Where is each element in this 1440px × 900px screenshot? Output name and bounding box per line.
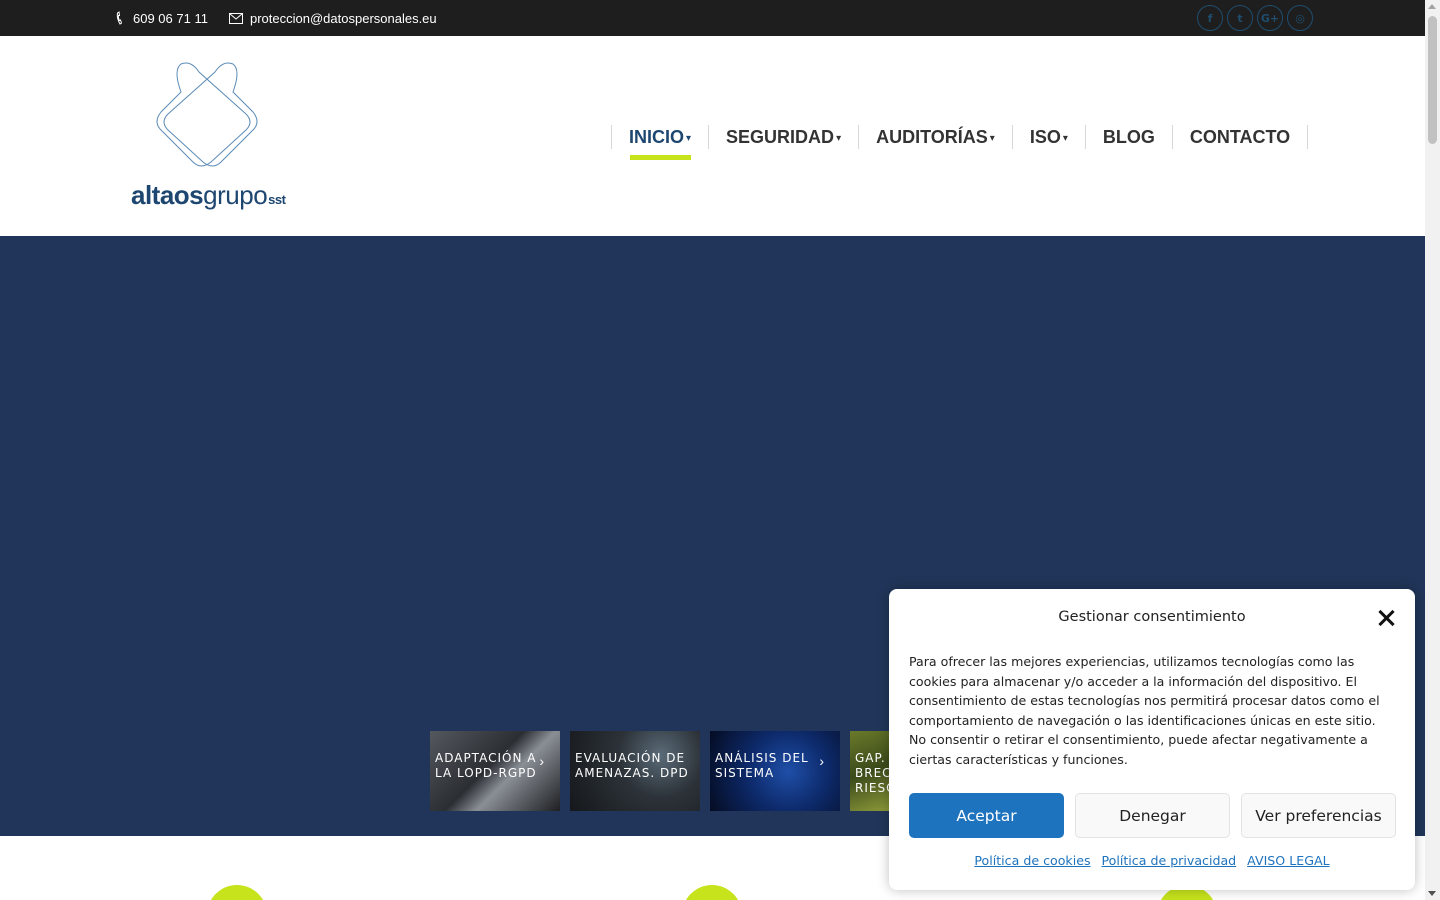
dialog-message: Para ofrecer las mejores experiencias, u… [909,654,1380,767]
legal-notice-link[interactable]: AVISO LEGAL [1247,853,1329,868]
preferences-button[interactable]: Ver preferencias [1241,793,1396,838]
logo-mark-icon [156,62,258,167]
google-plus-icon[interactable]: G+ [1257,5,1283,31]
slider-thumbnails: ADAPTACIÓN A LA LOPD-RGPD › EVALUACIÓN D… [430,731,890,811]
chevron-right-icon: › [539,753,544,769]
site-logo[interactable]: altaosgruposst [131,60,301,220]
scroll-up-icon[interactable] [1428,4,1436,9]
nav-item-contacto[interactable]: CONTACTO [1173,124,1307,150]
chevron-right-icon: › [819,753,824,769]
slide-thumbnail[interactable]: ADAPTACIÓN A LA LOPD-RGPD › [430,731,560,811]
page-scrollbar[interactable] [1425,0,1440,900]
social-links: f t G+ ◎ [1197,5,1313,31]
close-icon[interactable] [1377,609,1395,627]
slide-thumbnail[interactable]: ANÁLISIS DEL SISTEMA › [710,731,840,811]
nav-item-inicio[interactable]: INICIO ▾ [612,124,708,160]
feature-circle-icon [207,885,267,900]
slide-thumbnail[interactable]: GAP. BREC. RIESG [850,731,890,811]
nav-separator [1307,125,1309,149]
scrollbar-thumb[interactable] [1428,16,1437,144]
dribbble-icon[interactable]: ◎ [1287,5,1313,31]
email-address: proteccion@datospersonales.eu [250,10,437,26]
phone-contact[interactable]: 609 06 71 11 [116,0,208,36]
logo-wordmark: altaosgruposst [131,180,286,210]
dialog-title: Gestionar consentimiento [1058,609,1246,625]
slide-thumbnail[interactable]: EVALUACIÓN DE AMENAZAS. DPD [570,731,700,811]
cookie-policy-link[interactable]: Política de cookies [974,853,1090,868]
dialog-links: Política de cookies Política de privacid… [889,853,1415,868]
top-bar: 609 06 71 11 proteccion@datospersonales.… [0,0,1425,36]
email-contact[interactable]: proteccion@datospersonales.eu [229,0,437,36]
nav-item-auditorias[interactable]: AUDITORÍAS ▾ [859,124,1012,150]
phone-number: 609 06 71 11 [133,10,208,26]
cookie-consent-dialog: Gestionar consentimiento Para ofrecer la… [889,589,1415,890]
site-header: altaosgruposst INICIO ▾ SEGURIDAD ▾ AUDITO… [0,36,1425,236]
nav-item-iso[interactable]: ISO ▾ [1013,124,1085,150]
chevron-down-icon: ▾ [989,132,995,144]
feature-circle-icon [682,885,742,900]
chevron-down-icon: ▾ [686,132,692,144]
chevron-down-icon: ▾ [836,132,842,144]
active-indicator [630,155,692,160]
nav-item-seguridad[interactable]: SEGURIDAD ▾ [709,124,858,150]
envelope-icon [229,12,243,24]
privacy-policy-link[interactable]: Política de privacidad [1102,853,1237,868]
facebook-icon[interactable]: f [1197,5,1223,31]
phone-icon [116,11,123,25]
nav-item-blog[interactable]: BLOG [1086,124,1172,150]
scroll-down-icon[interactable] [1428,891,1436,896]
dialog-buttons: Aceptar Denegar Ver preferencias [909,793,1396,838]
chevron-down-icon: ▾ [1062,132,1068,144]
main-navigation: INICIO ▾ SEGURIDAD ▾ AUDITORÍAS ▾ ISO ▾ BLOG… [611,124,1309,160]
deny-button[interactable]: Denegar [1075,793,1230,838]
accept-button[interactable]: Aceptar [909,793,1064,838]
twitter-icon[interactable]: t [1227,5,1253,31]
